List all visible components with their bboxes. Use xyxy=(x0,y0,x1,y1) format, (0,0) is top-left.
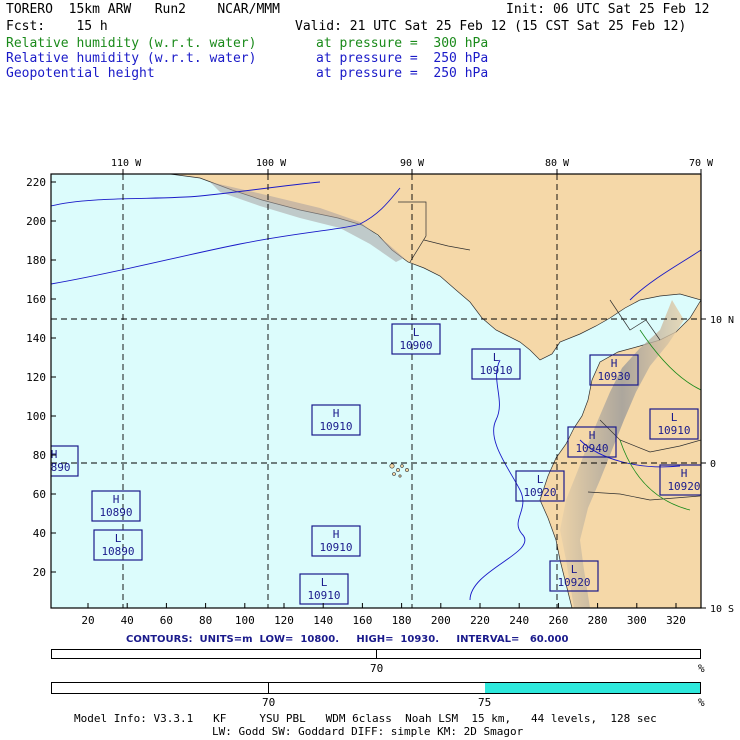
lon-label: 90 W xyxy=(400,158,425,169)
grid-col-label: 160 xyxy=(352,614,372,627)
lon-label: 110 W xyxy=(111,158,142,169)
grid-col-label: 60 xyxy=(160,614,173,627)
grid-row-label: 160 xyxy=(26,293,46,306)
grid-row-label: 220 xyxy=(26,176,46,189)
center-value: 10910 xyxy=(319,541,352,554)
bar2-fill xyxy=(485,683,700,693)
bar2-unit: % xyxy=(698,696,705,709)
center-value: 10890 xyxy=(37,461,70,474)
bar2-divider-70 xyxy=(268,683,269,693)
grid-col-label: 320 xyxy=(666,614,686,627)
grid-row-label: 20 xyxy=(33,566,46,579)
grid-col-label: 140 xyxy=(313,614,333,627)
grid-col-label: 180 xyxy=(392,614,412,627)
grid-col-label: 300 xyxy=(627,614,647,627)
grid-row-label: 200 xyxy=(26,215,46,228)
contour-info: CONTOURS: UNITS=m LOW= 10800. HIGH= 1093… xyxy=(126,634,569,645)
grid-col-label: 100 xyxy=(235,614,255,627)
center-value: 10910 xyxy=(319,420,352,433)
center-type: L xyxy=(321,576,328,589)
grid-row-label: 100 xyxy=(26,410,46,423)
grid-col-label: 220 xyxy=(470,614,490,627)
lat-label: 10 N xyxy=(710,315,734,326)
grid-col-label: 200 xyxy=(431,614,451,627)
bar2-label-70: 70 xyxy=(262,696,276,709)
grid-row-label: 120 xyxy=(26,371,46,384)
grid-col-label: 240 xyxy=(509,614,529,627)
bar1-label: 70 xyxy=(370,662,384,675)
grid-row-label: 180 xyxy=(26,254,46,267)
humidity-250-bar xyxy=(51,682,701,694)
lat-label: 0 xyxy=(710,459,716,470)
center-type: L xyxy=(115,532,122,545)
center-type: L xyxy=(671,411,678,424)
grid-col-label: 80 xyxy=(199,614,212,627)
center-type: L xyxy=(537,473,544,486)
lon-label: 80 W xyxy=(545,158,570,169)
grid-row-label: 60 xyxy=(33,488,46,501)
grid-col-label: 120 xyxy=(274,614,294,627)
center-type: H xyxy=(113,493,120,506)
center-value: 10910 xyxy=(307,589,340,602)
grid-col-label: 40 xyxy=(121,614,134,627)
center-value: 10920 xyxy=(523,486,556,499)
center-type: H xyxy=(681,467,688,480)
center-type: H xyxy=(589,429,596,442)
grid-row-label: 140 xyxy=(26,332,46,345)
center-value: 10920 xyxy=(667,480,700,493)
bar1-unit: % xyxy=(698,662,705,675)
center-value: 10910 xyxy=(479,364,512,377)
lon-label: 70 W xyxy=(689,158,714,169)
center-value: 10910 xyxy=(657,424,690,437)
model-info: Model Info: V3.3.1 KF YSU PBL WDM 6class… xyxy=(74,712,657,725)
center-value: 10930 xyxy=(597,370,630,383)
grid-col-label: 20 xyxy=(81,614,94,627)
center-type: H xyxy=(611,357,618,370)
bar1-divider xyxy=(376,650,377,658)
grid-col-label: 260 xyxy=(548,614,568,627)
center-type: L xyxy=(493,351,500,364)
physics-info: LW: Godd SW: Goddard DIFF: simple KM: 2D… xyxy=(212,725,524,738)
weather-map: L10900L10910H10930H10910H10940L10910H108… xyxy=(26,158,734,627)
center-type: L xyxy=(571,563,578,576)
center-value: 10890 xyxy=(101,545,134,558)
center-type: L xyxy=(413,326,420,339)
center-type: H xyxy=(333,407,340,420)
grid-row-label: 40 xyxy=(33,527,46,540)
grid-col-label: 280 xyxy=(588,614,608,627)
grid-row-label: 80 xyxy=(33,449,46,462)
center-value: 10920 xyxy=(557,576,590,589)
center-value: 10890 xyxy=(99,506,132,519)
center-value: 10900 xyxy=(399,339,432,352)
lon-label: 100 W xyxy=(256,158,287,169)
bar2-label-75: 75 xyxy=(478,696,492,709)
humidity-300-bar xyxy=(51,649,701,659)
center-type: H xyxy=(333,528,340,541)
lat-label: 10 S xyxy=(710,604,734,615)
center-value: 10940 xyxy=(575,442,608,455)
